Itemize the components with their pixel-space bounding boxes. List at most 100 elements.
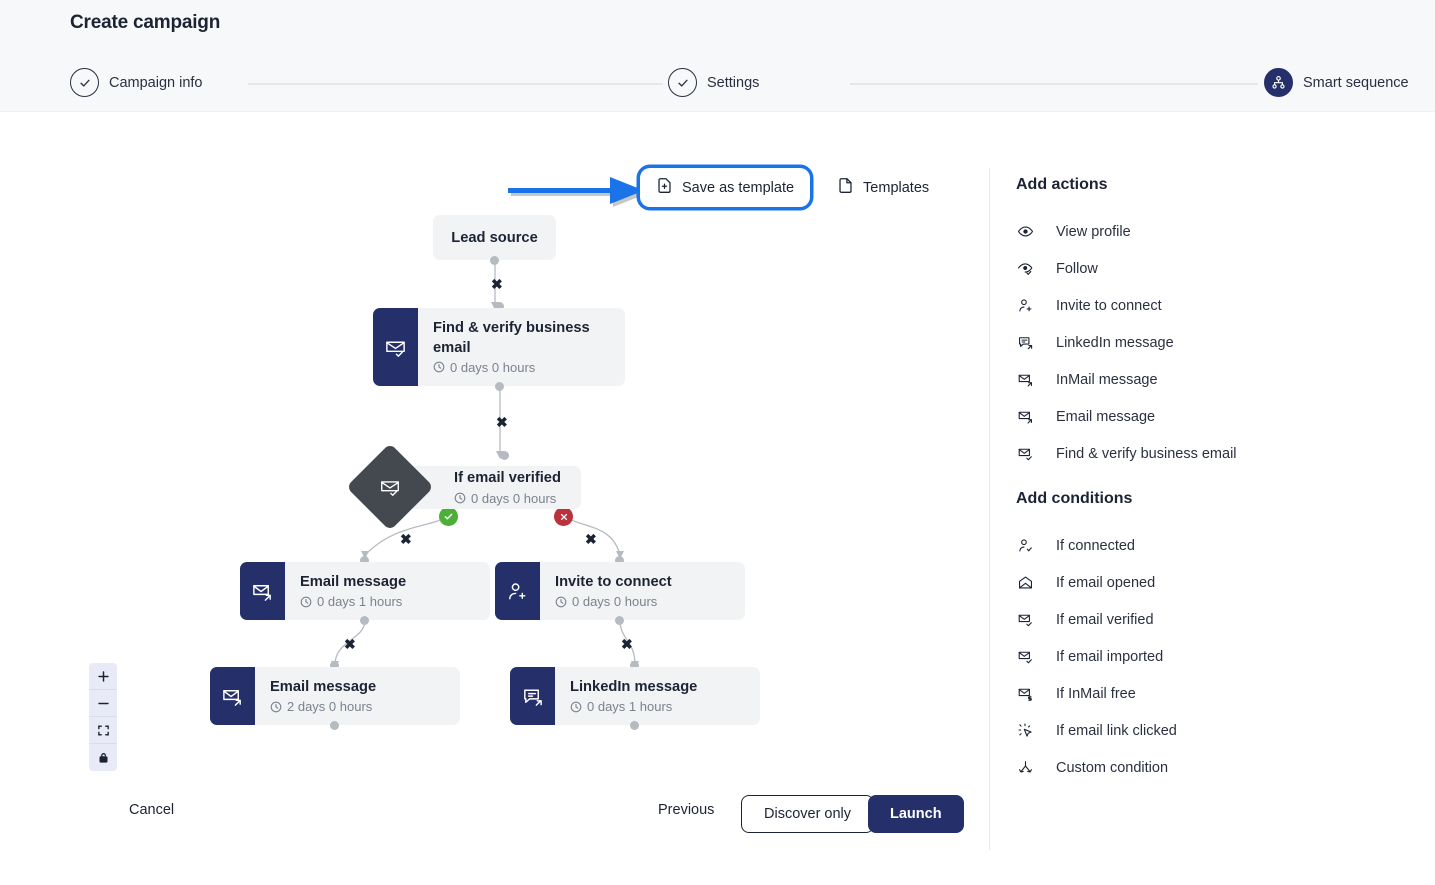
discover-only-button[interactable]: Discover only: [741, 795, 874, 833]
node-email-message-1[interactable]: Email message 0 days 1 hours: [240, 562, 490, 620]
action-find-verify-business-email[interactable]: Find & verify business email: [1016, 435, 1416, 472]
node-duration-label: 0 days 1 hours: [317, 594, 402, 609]
condition-if-email-imported[interactable]: If email imported: [1016, 638, 1416, 675]
eye-icon: [1016, 223, 1034, 240]
condition-if-email-link-clicked[interactable]: If email link clicked: [1016, 712, 1416, 749]
condition-if-email-opened[interactable]: If email opened: [1016, 564, 1416, 601]
node-duration: 0 days 0 hours: [433, 360, 611, 375]
node-email-message-2[interactable]: Email message 2 days 0 hours: [210, 667, 460, 725]
node-body: Email message 0 days 1 hours: [285, 562, 420, 620]
branch-icon: [1016, 759, 1034, 776]
node-body: Email message 2 days 0 hours: [255, 667, 390, 725]
person-plus-icon: [1016, 297, 1034, 314]
edge-handle-dot[interactable]: [630, 721, 639, 730]
node-duration-label: 2 days 0 hours: [287, 699, 372, 714]
envelope-arrow-icon: [240, 562, 285, 620]
action-linkedin-message[interactable]: LinkedIn message: [1016, 324, 1416, 361]
step-campaign-info[interactable]: Campaign info: [70, 68, 203, 97]
envelope-arrow-icon: [210, 667, 255, 725]
node-duration-label: 0 days 0 hours: [572, 594, 657, 609]
step-settings[interactable]: Settings: [668, 68, 759, 97]
condition-if-email-verified[interactable]: If email verified: [1016, 601, 1416, 638]
action-label: LinkedIn message: [1056, 335, 1174, 351]
action-label: Find & verify business email: [1056, 446, 1237, 462]
action-follow[interactable]: Follow: [1016, 250, 1416, 287]
action-label: Email message: [1056, 409, 1155, 425]
action-label: View profile: [1056, 224, 1131, 240]
zoom-in-button[interactable]: [89, 663, 117, 690]
envelope-arrow-icon: [1016, 371, 1034, 388]
sitemap-icon: [1264, 68, 1293, 97]
node-lead-source-label: Lead source: [451, 230, 538, 246]
sidebar-divider: [989, 168, 990, 850]
envelope-arrow-icon: [1016, 408, 1034, 425]
edge-handle-dot[interactable]: [360, 616, 369, 625]
sidebar-spacer: [1016, 472, 1416, 490]
branch-no-badge[interactable]: [554, 507, 573, 526]
condition-custom-condition[interactable]: Custom condition: [1016, 749, 1416, 786]
chat-arrow-icon: [510, 667, 555, 725]
condition-if-connected[interactable]: If connected: [1016, 527, 1416, 564]
step-smart-sequence[interactable]: Smart sequence: [1264, 68, 1409, 97]
node-invite-to-connect[interactable]: Invite to connect 0 days 0 hours: [495, 562, 745, 620]
envelope-dollar-icon: [1016, 685, 1034, 702]
node-title: Email message: [270, 678, 376, 697]
node-title: If email verified: [454, 469, 561, 488]
fit-view-button[interactable]: [89, 717, 117, 744]
page-header: Create campaign Campaign info Settings: [0, 0, 1435, 112]
lock-button[interactable]: [89, 744, 117, 771]
action-inmail-message[interactable]: InMail message: [1016, 361, 1416, 398]
add-conditions-heading: Add conditions: [1016, 490, 1416, 508]
sidebar: Add actions View profile Follow Invite t…: [1016, 176, 1416, 786]
node-find-verify-business-email[interactable]: Find & verify business email 0 days 0 ho…: [373, 308, 625, 386]
person-plus-icon: [495, 562, 540, 620]
condition-label: If email imported: [1056, 649, 1163, 665]
action-invite-to-connect[interactable]: Invite to connect: [1016, 287, 1416, 324]
condition-if-inmail-free[interactable]: If InMail free: [1016, 675, 1416, 712]
add-conditions-list: If connected If email opened If email ve…: [1016, 527, 1416, 786]
envelope-check-icon: [379, 476, 401, 498]
action-label: Invite to connect: [1056, 298, 1162, 314]
edge-delete-icon[interactable]: ✖: [400, 532, 412, 546]
envelope-open-icon: [1016, 574, 1034, 591]
node-if-email-verified[interactable]: If email verified 0 days 0 hours: [359, 456, 645, 520]
envelope-check-icon: [1016, 611, 1034, 628]
action-email-message[interactable]: Email message: [1016, 398, 1416, 435]
condition-label: If email verified: [1056, 612, 1154, 628]
node-title: Find & verify business email: [433, 319, 611, 357]
page-title: Create campaign: [70, 12, 220, 34]
canvas-zoom-controls[interactable]: [89, 663, 117, 771]
branch-yes-badge[interactable]: [439, 507, 458, 526]
edge-delete-icon[interactable]: ✖: [491, 277, 503, 291]
node-duration-label: 0 days 1 hours: [587, 699, 672, 714]
cursor-click-icon: [1016, 722, 1034, 739]
edge-handle-dot[interactable]: [495, 382, 504, 391]
node-title: Email message: [300, 573, 406, 592]
stepper-line-1: [248, 83, 663, 85]
stepper: Campaign info Settings Smart sequence: [70, 68, 1415, 100]
edge-delete-icon[interactable]: ✖: [621, 637, 633, 651]
previous-button[interactable]: Previous: [658, 802, 714, 818]
node-duration: 0 days 0 hours: [555, 594, 672, 609]
eye-check-icon: [1016, 260, 1034, 277]
node-title: LinkedIn message: [570, 678, 697, 697]
edge-delete-icon[interactable]: ✖: [585, 532, 597, 546]
launch-button[interactable]: Launch: [868, 795, 964, 833]
node-linkedin-message[interactable]: LinkedIn message 0 days 1 hours: [510, 667, 760, 725]
edge-handle-dot[interactable]: [490, 256, 499, 265]
node-duration: 0 days 1 hours: [570, 699, 697, 714]
edge-handle-dot[interactable]: [615, 616, 624, 625]
node-lead-source[interactable]: Lead source: [433, 215, 556, 260]
sequence-canvas[interactable]: Lead source ✖ Find & verify business ema…: [0, 120, 988, 780]
add-actions-list: View profile Follow Invite to connect Li…: [1016, 213, 1416, 472]
zoom-out-button[interactable]: [89, 690, 117, 717]
node-body: Find & verify business email 0 days 0 ho…: [418, 308, 625, 386]
action-view-profile[interactable]: View profile: [1016, 213, 1416, 250]
edge-handle-dot[interactable]: [330, 721, 339, 730]
cancel-button[interactable]: Cancel: [129, 802, 174, 818]
condition-label: If InMail free: [1056, 686, 1136, 702]
node-duration-label: 0 days 0 hours: [450, 360, 535, 375]
condition-diamond: [346, 443, 434, 531]
edge-delete-icon[interactable]: ✖: [344, 637, 356, 651]
edge-delete-icon[interactable]: ✖: [496, 415, 508, 429]
